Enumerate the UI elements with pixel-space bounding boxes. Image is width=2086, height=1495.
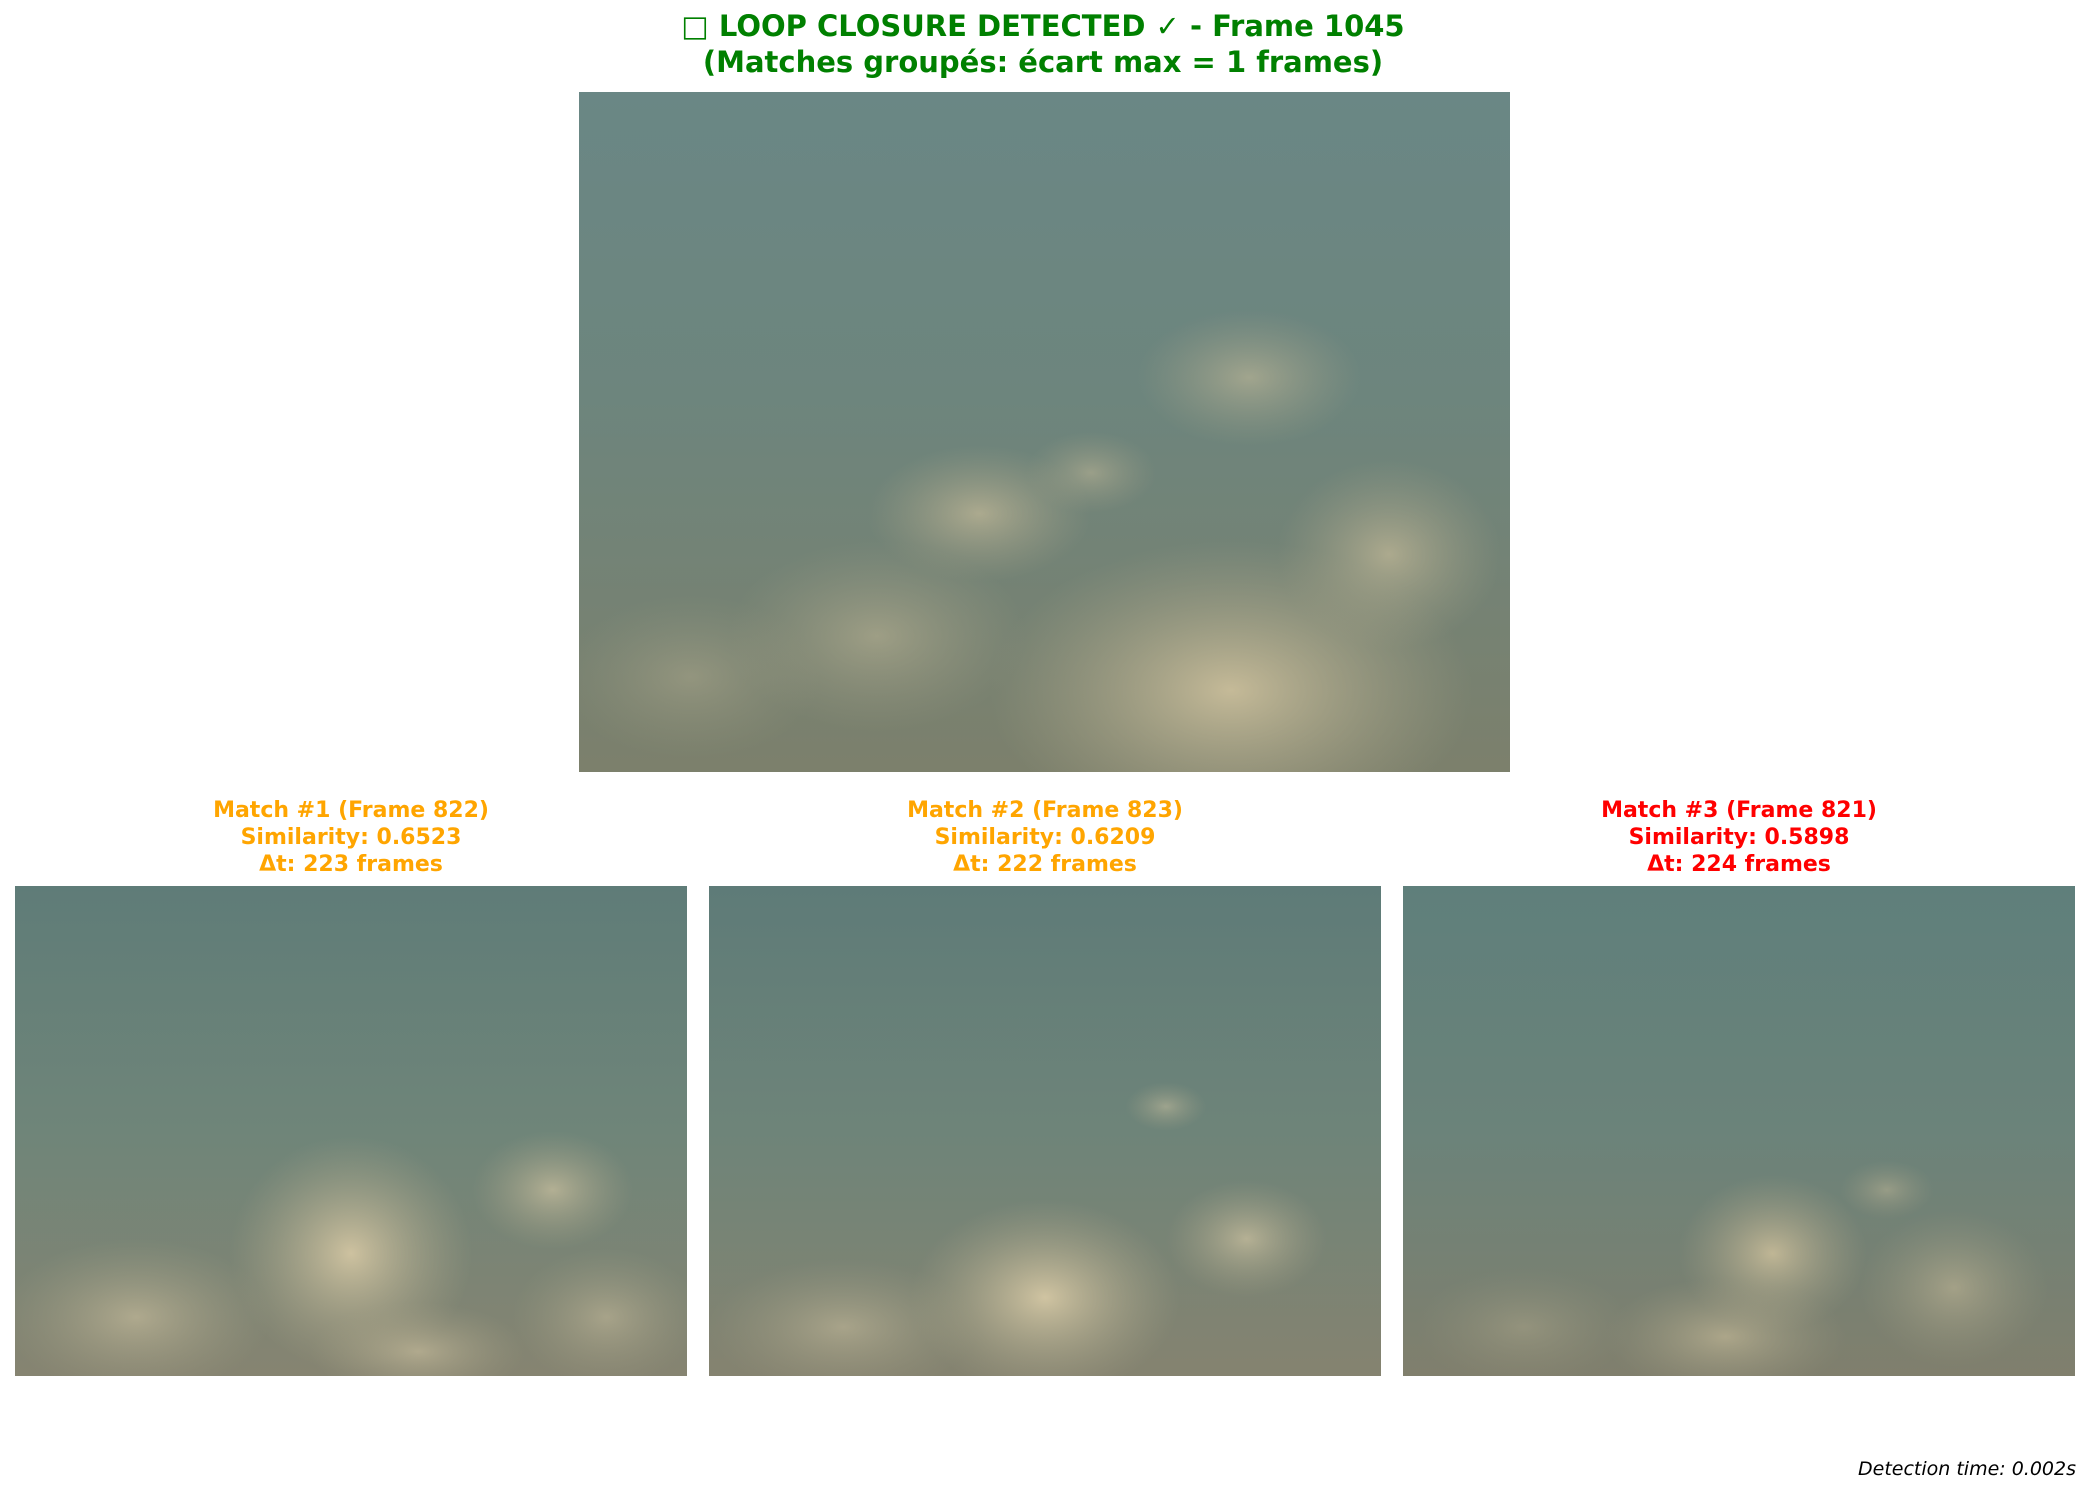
match-3-image: [1403, 886, 2075, 1376]
match-3-dt: Δt: 224 frames: [1647, 852, 1831, 877]
match-2-similarity: Similarity: 0.6209: [934, 825, 1156, 850]
title-line-2: (Matches groupés: écart max = 1 frames): [702, 45, 1384, 79]
match-3-title: Match #3 (Frame 821): [1601, 798, 1877, 823]
match-2-title: Match #2 (Frame 823): [907, 798, 1183, 823]
figure-title: □ LOOP CLOSURE DETECTED ✓ - Frame 1045 (…: [0, 8, 2086, 80]
match-3-label: Match #3 (Frame 821) Similarity: 0.5898 …: [1403, 797, 2075, 878]
match-1-similarity: Similarity: 0.6523: [240, 825, 462, 850]
title-line-1: □ LOOP CLOSURE DETECTED ✓ - Frame 1045: [681, 9, 1405, 43]
query-frame-image: [579, 92, 1510, 772]
match-1-image: [15, 886, 687, 1376]
match-1-title: Match #1 (Frame 822): [213, 798, 489, 823]
match-1-label: Match #1 (Frame 822) Similarity: 0.6523 …: [15, 797, 687, 878]
match-2-label: Match #2 (Frame 823) Similarity: 0.6209 …: [709, 797, 1381, 878]
match-3-similarity: Similarity: 0.5898: [1628, 825, 1850, 850]
detection-time: Detection time: 0.002s: [1858, 1458, 2076, 1480]
match-2-dt: Δt: 222 frames: [953, 852, 1137, 877]
match-2-image: [709, 886, 1381, 1376]
match-1-dt: Δt: 223 frames: [259, 852, 443, 877]
